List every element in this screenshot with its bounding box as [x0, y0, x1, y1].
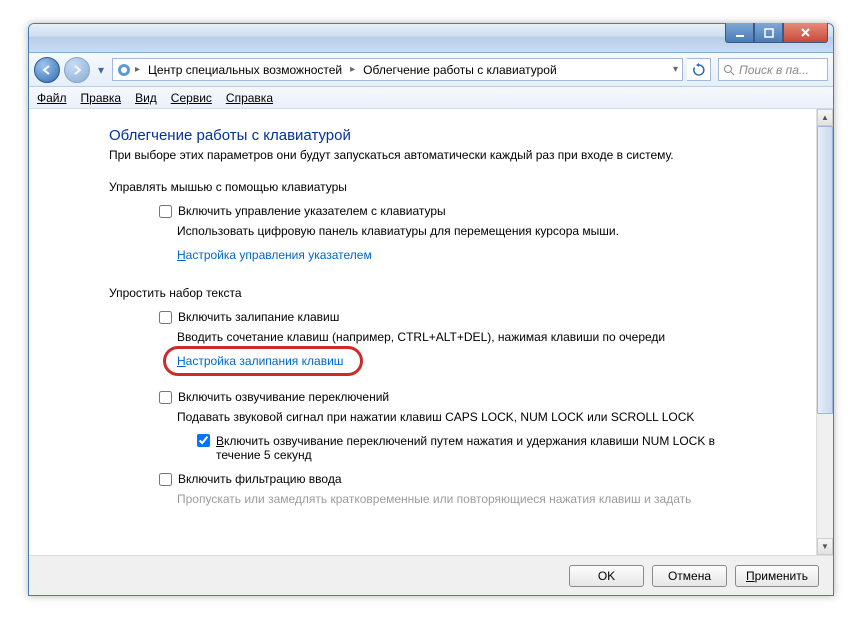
crumb-separator[interactable]: ▸: [133, 64, 142, 75]
cancel-button[interactable]: Отмена: [652, 565, 727, 587]
desc-mouse-keys: Использовать цифровую панель клавиатуры …: [177, 224, 806, 238]
scroll-up-button[interactable]: ▲: [817, 109, 833, 126]
option-sticky-keys: Включить залипание клавиш: [159, 310, 806, 324]
minimize-button[interactable]: [725, 23, 754, 43]
apply-button[interactable]: Применить: [735, 565, 819, 587]
desc-filter-keys-partial: Пропускать или замедлять кратковременные…: [177, 492, 806, 506]
crumb-separator[interactable]: ▸: [348, 64, 357, 75]
forward-button[interactable]: [64, 57, 90, 83]
page-description: При выборе этих параметров они будут зап…: [109, 148, 806, 162]
checkbox-filter-keys-label[interactable]: Включить фильтрацию ввода: [178, 472, 342, 486]
checkbox-toggle-keys-shortcut[interactable]: [197, 434, 210, 447]
scroll-track[interactable]: [817, 126, 833, 538]
option-toggle-keys-shortcut: Включить озвучивание переключений путем …: [197, 434, 737, 462]
scroll-down-button[interactable]: ▼: [817, 538, 833, 555]
refresh-button[interactable]: [687, 58, 711, 81]
checkbox-filter-keys[interactable]: [159, 473, 172, 486]
search-input[interactable]: Поиск в па...: [718, 58, 828, 81]
content-area: Облегчение работы с клавиатурой При выбо…: [29, 109, 833, 555]
checkbox-sticky-keys[interactable]: [159, 311, 172, 324]
desc-sticky-keys: Вводить сочетание клавиш (например, CTRL…: [177, 330, 806, 344]
group-typing-label: Упростить набор текста: [109, 286, 806, 300]
checkbox-toggle-keys-label[interactable]: Включить озвучивание переключений: [178, 390, 389, 404]
button-bar: OK Отмена Применить: [29, 555, 833, 595]
vertical-scrollbar[interactable]: ▲ ▼: [816, 109, 833, 555]
nav-history-dropdown[interactable]: ▾: [94, 60, 108, 80]
checkbox-sticky-keys-label[interactable]: Включить залипание клавиш: [178, 310, 339, 324]
checkbox-mouse-keys[interactable]: [159, 205, 172, 218]
option-toggle-keys: Включить озвучивание переключений: [159, 390, 806, 404]
checkbox-toggle-keys[interactable]: [159, 391, 172, 404]
menu-bar: Файл Правка Вид Сервис Справка: [29, 87, 833, 109]
nav-toolbar: ▾ ▸ Центр специальных возможностей ▸ Обл…: [29, 53, 833, 87]
location-icon: [115, 61, 133, 79]
page-content: Облегчение работы с клавиатурой При выбо…: [29, 109, 816, 555]
window-frame: ▾ ▸ Центр специальных возможностей ▸ Обл…: [28, 23, 834, 596]
breadcrumb-current[interactable]: Облегчение работы с клавиатурой: [357, 63, 563, 77]
checkbox-toggle-keys-shortcut-label[interactable]: Включить озвучивание переключений путем …: [216, 434, 737, 462]
checkbox-mouse-keys-label[interactable]: Включить управление указателем с клавиат…: [178, 204, 446, 218]
maximize-button[interactable]: [754, 23, 783, 43]
back-button[interactable]: [34, 57, 60, 83]
option-mouse-keys: Включить управление указателем с клавиат…: [159, 204, 806, 218]
group-mouse-keys-label: Управлять мышью с помощью клавиатуры: [109, 180, 806, 194]
link-mouse-keys-settings[interactable]: Настройка управления указателем: [177, 248, 372, 262]
breadcrumb-parent[interactable]: Центр специальных возможностей: [142, 63, 348, 77]
titlebar[interactable]: [29, 24, 833, 53]
menu-edit[interactable]: Правка: [81, 91, 122, 105]
menu-help[interactable]: Справка: [226, 91, 273, 105]
option-filter-keys: Включить фильтрацию ввода: [159, 472, 806, 486]
search-icon: [723, 64, 735, 76]
ok-button[interactable]: OK: [569, 565, 644, 587]
search-placeholder: Поиск в па...: [739, 63, 809, 77]
address-dropdown[interactable]: ▾: [671, 64, 680, 75]
address-bar[interactable]: ▸ Центр специальных возможностей ▸ Облег…: [112, 58, 683, 81]
desc-toggle-keys: Подавать звуковой сигнал при нажатии кла…: [177, 410, 806, 424]
menu-view[interactable]: Вид: [135, 91, 157, 105]
close-button[interactable]: [783, 23, 828, 43]
window-controls: [725, 23, 828, 43]
menu-tools[interactable]: Сервис: [171, 91, 212, 105]
scroll-thumb[interactable]: [817, 126, 833, 414]
link-sticky-keys-settings[interactable]: Настройка залипания клавиш: [177, 354, 343, 368]
menu-file[interactable]: Файл: [37, 91, 67, 105]
page-title: Облегчение работы с клавиатурой: [109, 127, 806, 144]
